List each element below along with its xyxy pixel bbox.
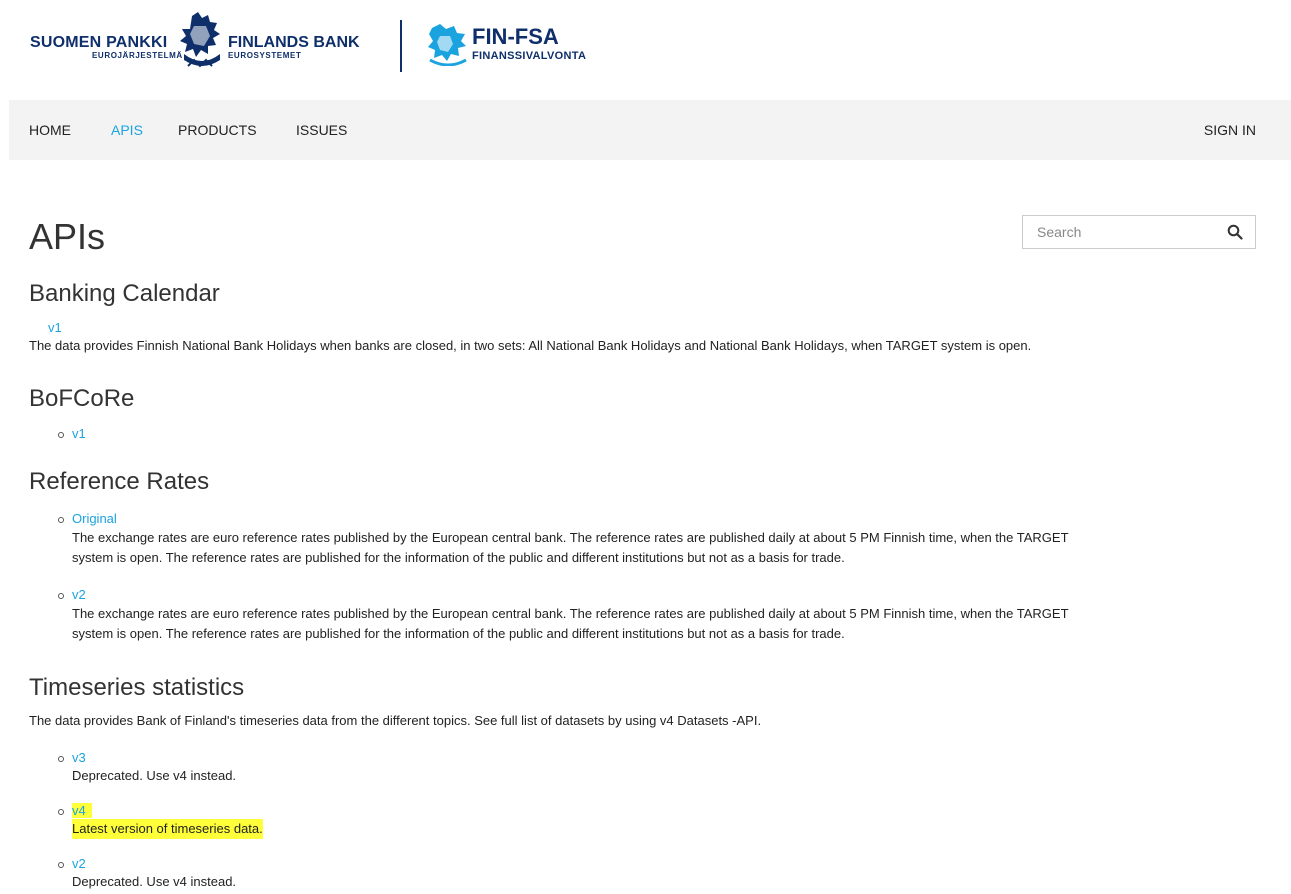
nav-item-home[interactable]: HOME: [29, 122, 71, 138]
timeseries-v2-description: Deprecated. Use v4 instead.: [72, 874, 237, 889]
search-box: [1022, 215, 1256, 249]
sign-in-link[interactable]: SIGN IN: [1204, 122, 1256, 138]
nav-item-issues[interactable]: ISSUES: [296, 122, 347, 138]
list-bullet: [58, 756, 64, 762]
group-title-bofcore: BoFCoRe: [29, 385, 135, 412]
group-title-timeseries-statistics: Timeseries statistics: [29, 674, 245, 701]
fin-fsa-subtitle: FINANSSIVALVONTA: [472, 50, 587, 62]
main-nav: HOME APIS PRODUCTS ISSUES SIGN IN: [9, 100, 1291, 160]
logo-divider: [400, 20, 402, 72]
nav-item-products[interactable]: PRODUCTS: [178, 122, 257, 138]
bank-of-finland-logo[interactable]: SUOMEN PANKKI EUROJÄRJESTELMÄ FINLANDS B…: [30, 10, 380, 70]
timeseries-v4-description: Latest version of timeseries data.: [72, 819, 263, 839]
list-bullet: [58, 862, 64, 868]
timeseries-v3-description: Deprecated. Use v4 instead.: [72, 768, 237, 783]
group-title-reference-rates: Reference Rates: [29, 468, 210, 495]
site-header: SUOMEN PANKKI EUROJÄRJESTELMÄ FINLANDS B…: [0, 0, 1291, 100]
reference-rates-original-link[interactable]: Original: [72, 511, 117, 526]
reference-rates-original-description-line1: The exchange rates are euro reference ra…: [72, 530, 1069, 545]
reference-rates-v2-description-line2: system is open. The reference rates are …: [72, 626, 845, 641]
nav-item-apis[interactable]: APIS: [111, 122, 143, 138]
page-title: APIs: [29, 216, 106, 257]
logo-text-finlands-bank: FINLANDS BANK: [228, 34, 360, 51]
fin-fsa-title: FIN-FSA: [472, 24, 559, 49]
list-bullet: [58, 517, 64, 523]
reference-rates-v2-link[interactable]: v2: [72, 587, 86, 602]
banking-calendar-v1-description: The data provides Finnish National Bank …: [29, 338, 1032, 353]
logo-subtext-eurojarjestelma: EUROJÄRJESTELMÄ: [92, 51, 183, 60]
list-bullet: [58, 809, 64, 815]
logo-subtext-eurosystemet: EUROSYSTEMET: [228, 51, 302, 60]
group-title-banking-calendar: Banking Calendar: [29, 280, 220, 307]
timeseries-intro: The data provides Bank of Finland's time…: [29, 713, 762, 728]
logo-text-suomen-pankki: SUOMEN PANKKI: [30, 34, 168, 51]
fin-fsa-logo[interactable]: FIN-FSA FINANSSIVALVONTA: [428, 22, 638, 68]
lion-emblem-icon: [180, 12, 220, 68]
timeseries-v4-link[interactable]: v4: [72, 803, 92, 818]
bofcore-v1-link[interactable]: v1: [72, 426, 86, 441]
fin-fsa-emblem-icon: [428, 24, 467, 66]
list-bullet: [58, 432, 64, 438]
timeseries-v3-link[interactable]: v3: [72, 750, 86, 765]
list-bullet: [58, 593, 64, 599]
reference-rates-original-description-line2: system is open. The reference rates are …: [72, 550, 845, 565]
search-input[interactable]: [1037, 217, 1227, 247]
search-icon[interactable]: [1227, 224, 1243, 240]
reference-rates-v2-description-line1: The exchange rates are euro reference ra…: [72, 606, 1069, 621]
timeseries-v2-link[interactable]: v2: [72, 856, 86, 871]
banking-calendar-v1-link[interactable]: v1: [48, 320, 62, 335]
